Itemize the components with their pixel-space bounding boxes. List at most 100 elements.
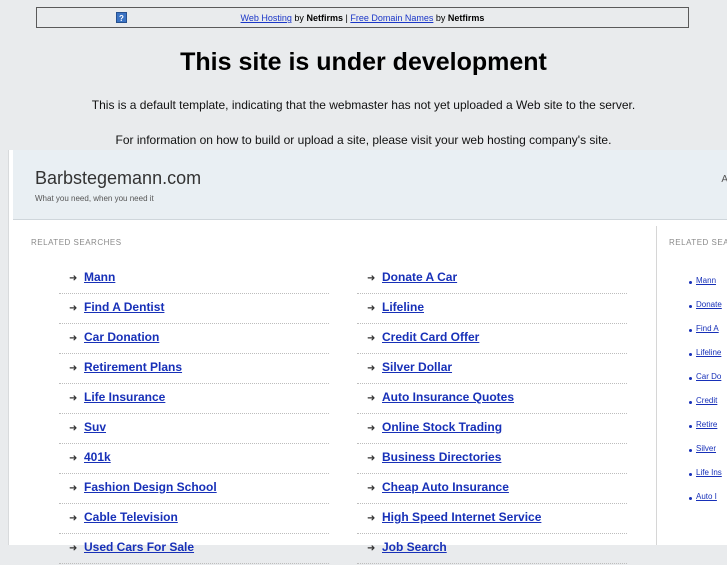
list-item: ➜ Retirement Plans bbox=[59, 355, 329, 384]
arrow-right-icon: ➜ bbox=[367, 333, 376, 344]
site-header: Barbstegemann.com What you need, when yo… bbox=[13, 150, 727, 220]
related-search-link[interactable]: Online Stock Trading bbox=[382, 420, 502, 434]
list-item: ➜ Credit Card Offer bbox=[357, 325, 627, 354]
sidebar-search-link[interactable]: Car Do bbox=[696, 372, 721, 381]
related-search-link[interactable]: Fashion Design School bbox=[84, 480, 217, 494]
sidebar-search-link[interactable]: Mann bbox=[696, 276, 716, 285]
page-title: This site is under development bbox=[180, 48, 547, 76]
top-banner: ? Web Hosting by Netfirms | Free Domain … bbox=[36, 7, 689, 28]
arrow-right-icon: ➜ bbox=[367, 423, 376, 434]
sidebar-search-link[interactable]: Auto I bbox=[696, 492, 717, 501]
related-search-link[interactable]: Cable Television bbox=[84, 510, 178, 524]
bullet-icon bbox=[689, 425, 692, 428]
related-column-right: ➜ Donate A Car ➜ Lifeline ➜ Credit Card Offer… bbox=[357, 265, 627, 565]
site-tagline: What you need, when you need it bbox=[35, 194, 154, 203]
info-text-template: This is a default template, indicating t… bbox=[91, 98, 636, 112]
sidebar-list-item: Retire bbox=[689, 420, 727, 444]
related-search-link[interactable]: Retirement Plans bbox=[84, 360, 182, 374]
related-search-link[interactable]: Car Donation bbox=[84, 330, 159, 344]
bullet-icon bbox=[689, 473, 692, 476]
list-item: ➜ Business Directories bbox=[357, 445, 627, 474]
bullet-icon bbox=[689, 305, 692, 308]
sidebar-list-item: Donate bbox=[689, 300, 727, 324]
info-text-hosting: For information on how to build or uploa… bbox=[115, 133, 612, 147]
arrow-right-icon: ➜ bbox=[69, 393, 78, 404]
arrow-right-icon: ➜ bbox=[69, 423, 78, 434]
sidebar-search-link[interactable]: Retire bbox=[696, 420, 717, 429]
sidebar-search-link[interactable]: Credit bbox=[696, 396, 717, 405]
arrow-right-icon: ➜ bbox=[69, 483, 78, 494]
sidebar-list-item: Car Do bbox=[689, 372, 727, 396]
sidebar-search-link[interactable]: Donate bbox=[696, 300, 722, 309]
related-search-link[interactable]: Suv bbox=[84, 420, 106, 434]
arrow-right-icon: ➜ bbox=[69, 513, 78, 524]
arrow-right-icon: ➜ bbox=[69, 363, 78, 374]
arrow-right-icon: ➜ bbox=[367, 303, 376, 314]
related-search-link[interactable]: Lifeline bbox=[382, 300, 424, 314]
sidebar-list-item: Lifeline bbox=[689, 348, 727, 372]
list-item: ➜ Donate A Car bbox=[357, 265, 627, 294]
arrow-right-icon: ➜ bbox=[69, 333, 78, 344]
by-text-2: by bbox=[435, 13, 446, 23]
list-item: ➜ Car Donation bbox=[59, 325, 329, 354]
related-search-link[interactable]: Auto Insurance Quotes bbox=[382, 390, 514, 404]
list-item: ➜ Lifeline bbox=[357, 295, 627, 324]
list-item: ➜ Find A Dentist bbox=[59, 295, 329, 324]
bullet-icon bbox=[689, 377, 692, 380]
header-edge-text: A bbox=[721, 174, 727, 185]
bullet-icon bbox=[689, 449, 692, 452]
related-search-link[interactable]: Job Search bbox=[382, 540, 447, 554]
list-item: ➜ Job Search bbox=[357, 535, 627, 564]
free-domain-names-link[interactable]: Free Domain Names bbox=[350, 13, 433, 23]
sidebar-search-link[interactable]: Lifeline bbox=[696, 348, 721, 357]
related-search-link[interactable]: Cheap Auto Insurance bbox=[382, 480, 509, 494]
netfirms-brand-2: Netfirms bbox=[447, 13, 485, 23]
related-search-link[interactable]: Used Cars For Sale bbox=[84, 540, 194, 554]
netfirms-brand-1: Netfirms bbox=[306, 13, 343, 23]
arrow-right-icon: ➜ bbox=[367, 393, 376, 404]
list-item: ➜ Cheap Auto Insurance bbox=[357, 475, 627, 504]
arrow-right-icon: ➜ bbox=[367, 273, 376, 284]
list-item: ➜ Online Stock Trading bbox=[357, 415, 627, 444]
sidebar-search-link[interactable]: Silver bbox=[696, 444, 716, 453]
arrow-right-icon: ➜ bbox=[367, 363, 376, 374]
related-search-link[interactable]: Find A Dentist bbox=[84, 300, 164, 314]
related-search-link[interactable]: Life Insurance bbox=[84, 390, 165, 404]
arrow-right-icon: ➜ bbox=[69, 453, 78, 464]
sidebar-list-item: Silver bbox=[689, 444, 727, 468]
related-search-link[interactable]: Silver Dollar bbox=[382, 360, 452, 374]
sidebar-list-item: Find A bbox=[689, 324, 727, 348]
bullet-icon bbox=[689, 497, 692, 500]
sidebar-related-list: Mann Donate Find A Lifeline Car Do Credit Reti… bbox=[689, 276, 727, 516]
sidebar-list-item: Mann bbox=[689, 276, 727, 300]
related-search-link[interactable]: High Speed Internet Service bbox=[382, 510, 541, 524]
sidebar-search-link[interactable]: Find A bbox=[696, 324, 719, 333]
column-divider bbox=[656, 226, 657, 545]
arrow-right-icon: ➜ bbox=[69, 303, 78, 314]
sidebar-list-item: Life Ins bbox=[689, 468, 727, 492]
sidebar-list-item: Credit bbox=[689, 396, 727, 420]
arrow-right-icon: ➜ bbox=[367, 513, 376, 524]
web-hosting-link[interactable]: Web Hosting bbox=[241, 13, 292, 23]
sidebar-list-item: Auto I bbox=[689, 492, 727, 516]
related-search-link[interactable]: Business Directories bbox=[382, 450, 501, 464]
related-search-link[interactable]: Mann bbox=[84, 270, 115, 284]
list-item: ➜ High Speed Internet Service bbox=[357, 505, 627, 534]
related-column-left: ➜ Mann ➜ Find A Dentist ➜ Car Donation ➜ Retire… bbox=[59, 265, 329, 565]
site-title: Barbstegemann.com bbox=[35, 168, 202, 188]
arrow-right-icon: ➜ bbox=[367, 483, 376, 494]
sidebar-search-link[interactable]: Life Ins bbox=[696, 468, 722, 477]
related-search-link[interactable]: 401k bbox=[84, 450, 111, 464]
list-item: ➜ Life Insurance bbox=[59, 385, 329, 414]
arrow-right-icon: ➜ bbox=[367, 453, 376, 464]
related-search-link[interactable]: Donate A Car bbox=[382, 270, 457, 284]
bullet-icon bbox=[689, 353, 692, 356]
related-search-link[interactable]: Credit Card Offer bbox=[382, 330, 479, 344]
list-item: ➜ Fashion Design School bbox=[59, 475, 329, 504]
by-text-1: by bbox=[294, 13, 304, 23]
separator: | bbox=[345, 13, 348, 23]
parked-page-frame: Barbstegemann.com What you need, when yo… bbox=[8, 150, 727, 564]
list-item: ➜ Cable Television bbox=[59, 505, 329, 534]
arrow-right-icon: ➜ bbox=[69, 273, 78, 284]
banner-links: Web Hosting by Netfirms | Free Domain Na… bbox=[37, 13, 688, 23]
